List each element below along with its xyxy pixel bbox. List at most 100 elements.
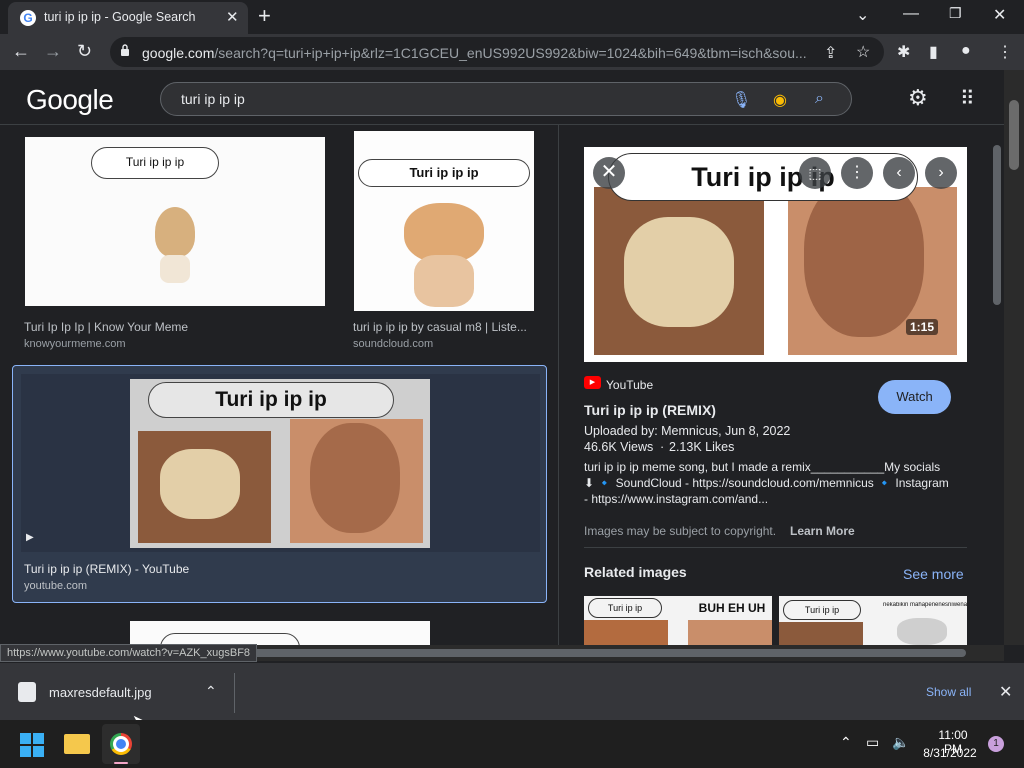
duration-badge: 1:15 [906,319,939,335]
related-caption: BUH EH UH [698,601,766,615]
download-item[interactable]: maxresdefault.jpg [49,685,152,700]
result-source: knowyourmeme.com [24,338,126,350]
download-bar-close-icon[interactable]: ✕ [999,682,1012,702]
see-more-link[interactable]: See more [903,566,964,582]
minimize-icon[interactable]: — [903,5,919,23]
play-icon: ▶ [26,532,34,543]
tab-search-icon[interactable]: ⌄ [856,5,869,25]
next-icon[interactable]: › [925,157,957,189]
copyright-notice: Images may be subject to copyright. [584,524,777,538]
rock-face [804,177,924,337]
file-explorer-icon[interactable] [64,734,90,754]
speech-bubble: Turi ip ip ip [148,382,394,418]
forward-icon[interactable]: → [44,41,62,62]
lens-search-icon[interactable]: ⬚ [799,157,831,189]
preview-panel: Turi ip ip ip 1:15 ✕ ⬚ ⋮ ‹ › ▶ YouTube T… [558,125,990,645]
settings-gear-icon[interactable]: ⚙ [908,85,928,111]
uploaded-by: Uploaded by: Memnicus, Jun 8, 2022 [584,424,791,438]
lens-icon[interactable]: ◉ [773,90,787,110]
related-photo [897,618,947,645]
profile-icon[interactable]: ● [961,42,971,60]
microphone-icon[interactable]: 🎙 [731,90,751,110]
search-input[interactable]: turi ip ip ip 🎙 ◉ ⌕ [160,82,852,116]
chrome-icon-center [116,739,126,749]
download-bar: maxresdefault.jpg ⌃ Show all ✕ ➤ [0,662,1024,730]
clock-date[interactable]: 8/31/2022 [920,746,980,760]
search-icon[interactable]: ⌕ [815,90,824,108]
result-image-partial[interactable] [130,621,430,645]
browser-toolbar: ← → ↻ google.com/search?q=turi+ip+ip+ip&… [0,34,1024,70]
result-image-remix: Turi ip ip ip [130,379,430,548]
taskbar-chrome-active[interactable] [102,724,140,764]
menu-icon[interactable]: ⋮ [997,42,1013,62]
dog-figure [155,207,195,257]
result-title[interactable]: Turi ip ip ip (REMIX) - YouTube [24,562,524,576]
network-icon[interactable]: ▭ [866,734,879,751]
side-panel-icon[interactable]: ▮ [929,42,938,62]
result-source: youtube.com [24,580,87,592]
watch-button[interactable]: Watch [878,380,951,414]
lock-icon [121,44,129,56]
speech-bubble: Turi ip ip ip [91,147,219,179]
reload-icon[interactable]: ↻ [77,41,92,62]
speech-bubble: Turi ip ip ip [358,159,530,187]
tab-close-icon[interactable]: ✕ [226,8,239,26]
dog-body [160,255,190,283]
apps-grid-icon[interactable]: ⠿ [960,86,975,111]
related-photo [779,622,863,645]
tab-title: turi ip ip ip - Google Search [44,10,196,24]
notification-badge[interactable]: 1 [988,736,1004,752]
related-photo [584,620,668,645]
google-favicon-icon: G [20,10,36,26]
result-title[interactable]: Turi Ip Ip Ip | Know Your Meme [24,320,324,334]
panel-scrollbar[interactable] [990,125,1004,645]
windows-taskbar: ⌃ ▭ 🔈 11:00 PM 8/31/2022 1 [0,720,1024,768]
channel-name[interactable]: YouTube [606,378,653,392]
windows-start-icon[interactable] [20,733,44,757]
tab-strip: G turi ip ip ip - Google Search ✕ + ⌄ — … [0,0,1024,34]
bookmark-star-icon[interactable]: ☆ [856,42,870,62]
result-card-selected[interactable]: Turi ip ip ip ▶ Turi ip ip ip (REMIX) - … [12,365,547,603]
restore-icon[interactable]: ❐ [949,5,962,22]
divider [584,547,967,548]
result-image-dog[interactable]: Turi ip ip ip [25,137,325,306]
window-close-icon[interactable]: ✕ [993,5,1006,25]
previous-icon[interactable]: ‹ [883,157,915,189]
result-source: soundcloud.com [353,338,434,350]
status-url-tooltip: https://www.youtube.com/watch?v=AZK_xugs… [0,644,258,662]
related-images-heading: Related images [584,564,687,580]
related-image-2[interactable]: Turi ip ip nekabikin mahapenenesniwenahi… [779,596,967,645]
back-icon[interactable]: ← [12,41,30,62]
description-line-3: - https://www.instagram.com/and... [584,492,769,506]
new-tab-icon[interactable]: + [258,3,271,29]
extensions-icon[interactable]: ✱ [897,42,910,62]
google-header: Google turi ip ip ip 🎙 ◉ ⌕ ⚙ ⠿ [0,70,1010,125]
related-photo [688,620,772,645]
google-logo[interactable]: Google [26,84,114,116]
result-title[interactable]: turi ip ip ip by casual m8 | Liste... [353,320,535,334]
description-line-2: ⬇ 🔹 SoundCloud - https://soundcloud.com/… [584,476,949,490]
related-caption: nekabikin mahapenenesniwenahin [883,602,967,608]
active-indicator [114,762,128,764]
scroll-thumb[interactable] [993,145,1001,305]
close-icon[interactable]: ✕ [593,157,625,189]
share-icon[interactable]: ⇪ [824,43,837,63]
related-image-1[interactable]: Turi ip ip BUH EH UH [584,596,772,645]
address-bar[interactable]: google.com/search?q=turi+ip+ip+ip&rlz=1C… [110,37,884,67]
tab-google-search[interactable]: G turi ip ip ip - Google Search ✕ [8,2,248,34]
image-file-icon [18,682,36,702]
show-all-link[interactable]: Show all [926,685,971,699]
description-line-1: turi ip ip ip meme song, but I made a re… [584,460,941,474]
cat-head [404,203,484,263]
result-image-cat[interactable]: Turi ip ip ip [354,131,534,311]
dot-separator: · [660,440,665,454]
chevron-up-icon[interactable]: ⌃ [205,683,217,700]
more-options-icon[interactable]: ⋮ [841,157,873,189]
tray-chevron-up-icon[interactable]: ⌃ [840,734,852,751]
page-scrollbar[interactable] [1004,70,1024,645]
video-title[interactable]: Turi ip ip ip (REMIX) [584,402,716,418]
scroll-thumb[interactable] [1009,100,1019,170]
learn-more-link[interactable]: Learn More [790,524,855,538]
view-count: 46.6K Views [584,440,654,454]
volume-icon[interactable]: 🔈 [892,734,909,751]
